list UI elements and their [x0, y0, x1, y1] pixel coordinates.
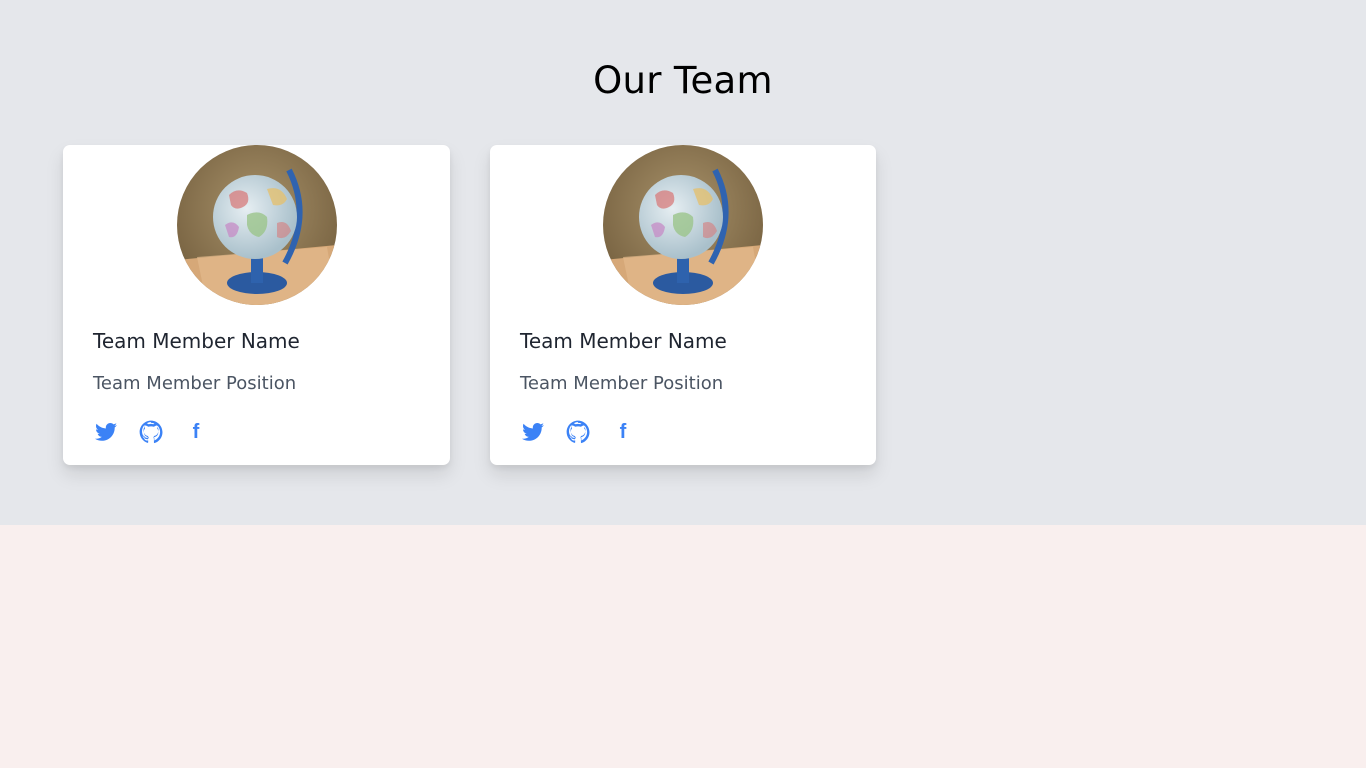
twitter-icon — [522, 423, 544, 441]
facebook-link[interactable]: f — [610, 419, 636, 445]
team-section: Our Team Team Member Name Team Member Po… — [0, 0, 1366, 525]
team-member-card: Team Member Name Team Member Position f — [63, 145, 450, 465]
social-links: f — [93, 419, 228, 445]
member-position: Team Member Position — [93, 373, 297, 394]
section-title: Our Team — [593, 59, 773, 102]
github-icon — [566, 420, 590, 444]
facebook-icon: f — [619, 421, 627, 443]
facebook-icon: f — [192, 421, 200, 443]
twitter-icon — [95, 423, 117, 441]
social-links: f — [520, 419, 655, 445]
github-icon — [139, 420, 163, 444]
member-photo — [176, 145, 337, 305]
member-name: Team Member Name — [520, 329, 727, 353]
github-link[interactable] — [565, 419, 591, 445]
team-member-card: Team Member Name Team Member Position f — [490, 145, 876, 465]
facebook-link[interactable]: f — [183, 419, 209, 445]
member-photo — [603, 145, 763, 305]
twitter-link[interactable] — [520, 419, 546, 445]
twitter-link[interactable] — [93, 419, 119, 445]
page-background — [0, 525, 1366, 768]
member-name: Team Member Name — [93, 329, 300, 353]
member-position: Team Member Position — [520, 373, 724, 394]
github-link[interactable] — [138, 419, 164, 445]
